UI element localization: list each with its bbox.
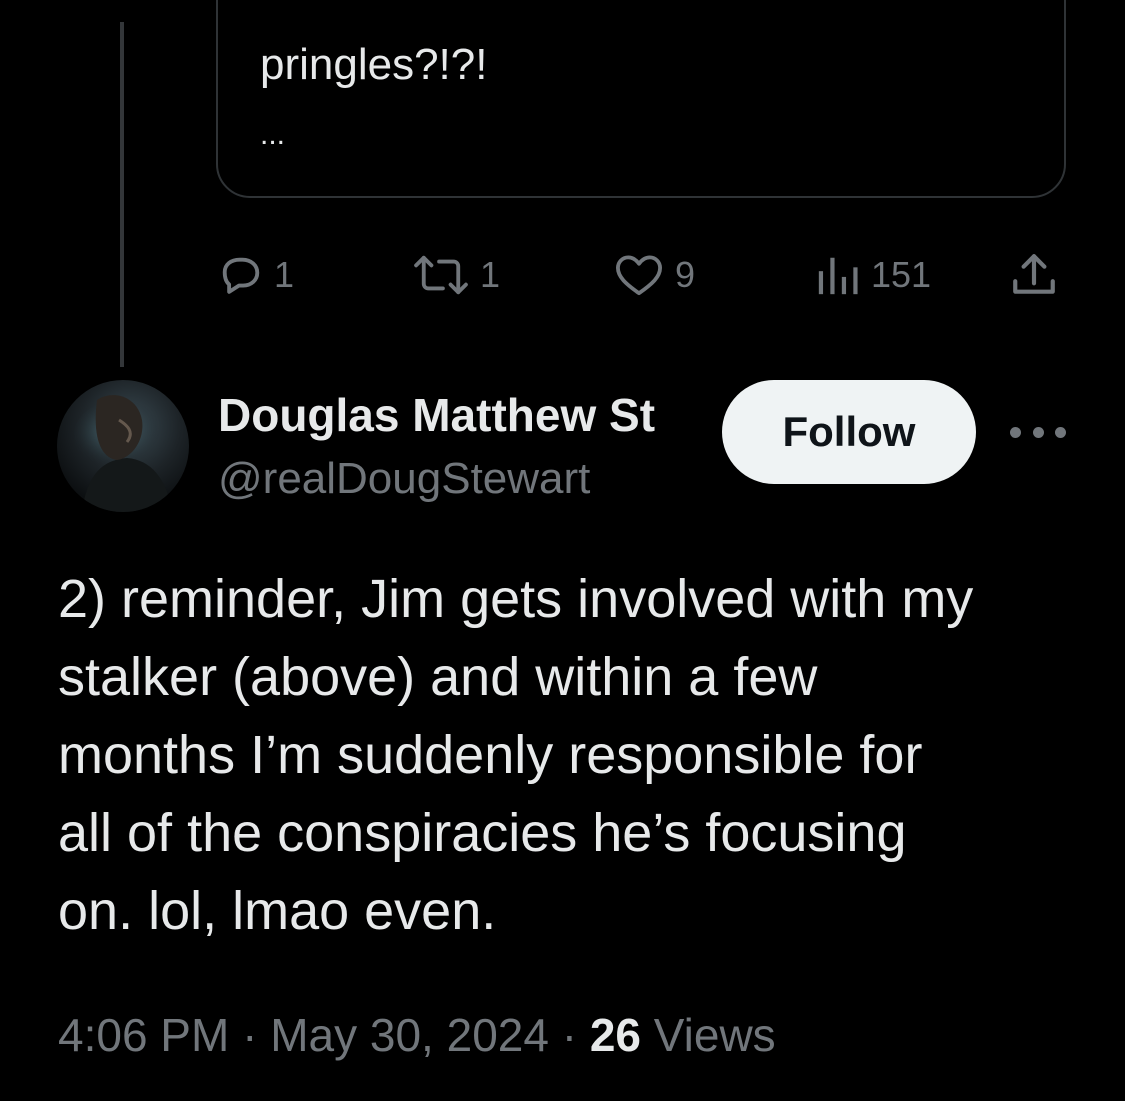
- reply-count: 1: [274, 254, 295, 295]
- quoted-tweet-card[interactable]: [216, 0, 1066, 198]
- like-button[interactable]: 9: [613, 250, 695, 300]
- like-count: 9: [675, 254, 696, 295]
- heart-icon: [616, 255, 662, 296]
- more-icon-dot: [1032, 426, 1044, 438]
- tweet-views-label: Views: [653, 1009, 776, 1061]
- author-display-name[interactable]: Douglas Matthew St: [218, 388, 708, 442]
- meta-separator: ·: [561, 1009, 578, 1061]
- reply-icon: [222, 257, 260, 294]
- reply-button[interactable]: 1: [218, 250, 294, 300]
- quoted-tweet-truncation: ...: [260, 118, 286, 151]
- tweet-date[interactable]: May 30, 2024: [270, 1009, 549, 1061]
- author-handle[interactable]: @realDougStewart: [218, 452, 590, 506]
- avatar[interactable]: [57, 380, 189, 512]
- thread-connector-line: [120, 22, 124, 367]
- avatar-photo: [74, 395, 172, 512]
- repost-button[interactable]: 1: [412, 250, 500, 300]
- quoted-tweet-text: pringles?!?!: [260, 40, 488, 89]
- views-chart-icon: [818, 257, 858, 295]
- repost-count: 1: [480, 254, 501, 295]
- views-button[interactable]: 151: [815, 250, 931, 300]
- view-count: 151: [871, 254, 932, 295]
- meta-separator: ·: [242, 1009, 258, 1061]
- tweet-text: 2) reminder, Jim gets involved with my s…: [58, 569, 974, 941]
- tweet-views-count: 26: [589, 1009, 642, 1061]
- tweet-action-bar: 1 1 9 151: [0, 250, 1125, 300]
- more-icon: [1010, 426, 1021, 438]
- tweet-metadata: 4:06 PM · May 30, 2024 · 26 Views: [58, 1005, 776, 1065]
- follow-button[interactable]: Follow: [722, 380, 976, 484]
- more-icon-dot: [1055, 426, 1066, 438]
- more-options-button[interactable]: [1010, 410, 1066, 454]
- share-icon: [1013, 254, 1055, 294]
- tweet-time[interactable]: 4:06 PM: [58, 1009, 229, 1061]
- repost-icon: [414, 255, 468, 295]
- share-button[interactable]: [1008, 250, 1060, 300]
